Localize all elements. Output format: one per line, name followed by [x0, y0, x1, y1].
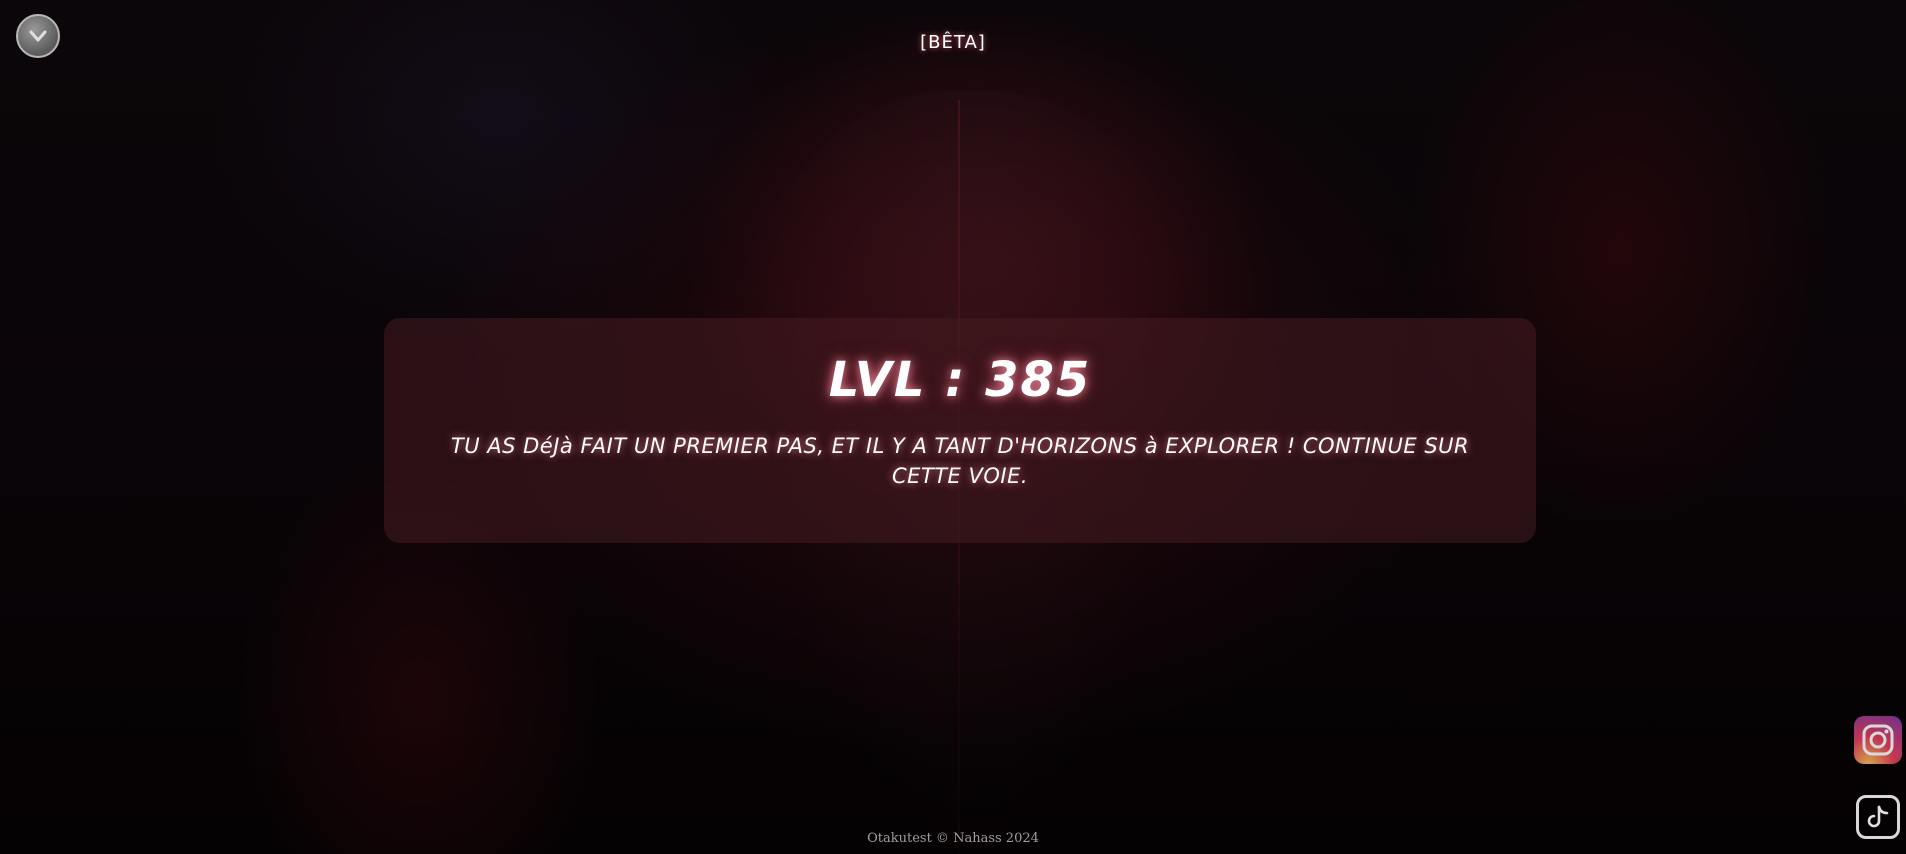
result-card: LVL : 385 TU AS DéJà FAIT UN PREMIER PAS…	[384, 318, 1536, 543]
instagram-link[interactable]	[1854, 716, 1902, 764]
result-message: TU AS DéJà FAIT UN PREMIER PAS, ET IL Y …	[450, 433, 1470, 489]
beta-badge: [BÊTA]	[920, 32, 986, 53]
level-heading: LVL : 385	[828, 352, 1092, 408]
instagram-icon	[1862, 724, 1894, 756]
tiktok-link[interactable]	[1856, 795, 1900, 839]
footer-copyright: Otakutest © Nahass 2024	[867, 831, 1039, 846]
tiktok-icon	[1867, 805, 1889, 828]
